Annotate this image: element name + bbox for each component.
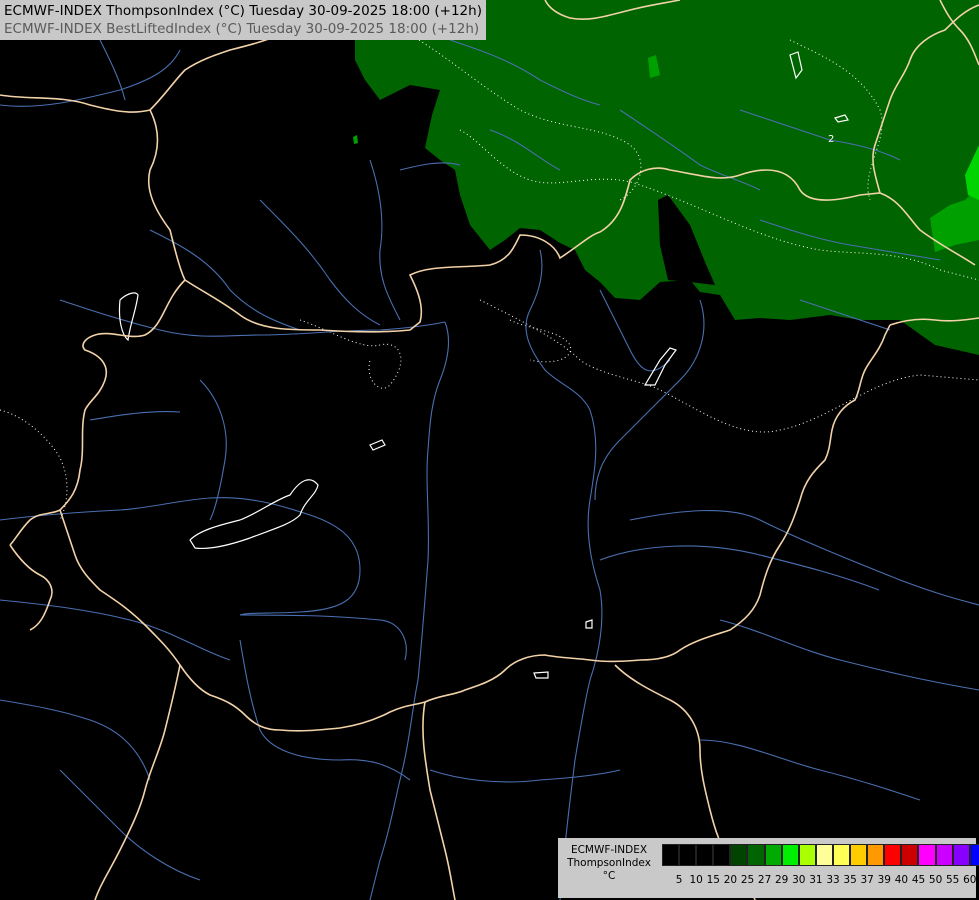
legend-swatch: [798, 844, 816, 866]
legend-swatch: [952, 844, 970, 866]
legend-swatch: [730, 844, 748, 866]
legend-tick-label: 55: [946, 874, 960, 886]
legend-swatch: [696, 844, 714, 866]
legend-tick-label: 45: [911, 874, 926, 886]
map-title-primary: ECMWF-INDEX ThompsonIndex (°C) Tuesday 3…: [4, 3, 482, 19]
legend-tick-label: 60: [963, 874, 977, 886]
legend-swatch: [832, 844, 851, 866]
legend-ticks: 5 10 15 20 25 27 29 30 31 33 35 37 39 40 45 50 55 60: [662, 874, 977, 888]
legend-swatch: [901, 844, 919, 866]
legend-tick-label: 27: [757, 874, 772, 886]
legend-swatch: [850, 844, 868, 866]
legend-swatch: [781, 844, 799, 866]
weather-map: 2: [0, 0, 979, 900]
legend-swatch: [918, 844, 936, 866]
map-title-secondary: ECMWF-INDEX BestLiftedIndex (°C) Tuesday…: [4, 21, 480, 37]
legend-parameter: ThompsonIndex: [567, 857, 651, 869]
legend-tick-label: 31: [809, 874, 823, 886]
legend-tick-label: 40: [894, 874, 909, 886]
legend-label: ECMWF-INDEX ThompsonIndex °C: [560, 844, 658, 883]
legend-color-bar: [662, 844, 979, 866]
legend-swatch: [764, 844, 782, 866]
legend-swatch: [969, 844, 979, 866]
legend-tick-label: 50: [928, 874, 943, 886]
legend-tick-label: 10: [689, 874, 703, 886]
contour-label: 2: [828, 134, 834, 145]
legend-tick-label: 33: [826, 874, 840, 886]
legend-tick-label: 20: [723, 874, 738, 886]
legend-tick-label: 15: [706, 874, 720, 886]
legend-tick-label: 35: [843, 874, 857, 886]
legend-unit: °C: [602, 870, 616, 882]
legend-swatch: [815, 844, 833, 866]
legend-swatch: [935, 844, 953, 866]
legend-tick-label: 30: [792, 874, 806, 886]
legend-swatch: [884, 844, 902, 866]
legend-swatch: [662, 844, 680, 866]
color-legend: ECMWF-INDEX ThompsonIndex °C 5 10 15 20 25 27…: [558, 838, 979, 898]
legend-tick-label: 25: [740, 874, 755, 886]
legend-tick-label: 5: [675, 874, 683, 886]
legend-swatch: [679, 844, 697, 866]
legend-tick-label: 29: [775, 874, 789, 886]
legend-model: ECMWF-INDEX: [570, 844, 648, 856]
legend-swatch: [867, 844, 885, 866]
legend-tick-label: 37: [860, 874, 874, 886]
legend-swatch: [713, 844, 731, 866]
map-title-box: ECMWF-INDEX ThompsonIndex (°C) Tuesday 3…: [0, 0, 486, 40]
legend-tick-label: 39: [877, 874, 891, 886]
legend-swatch: [747, 844, 765, 866]
